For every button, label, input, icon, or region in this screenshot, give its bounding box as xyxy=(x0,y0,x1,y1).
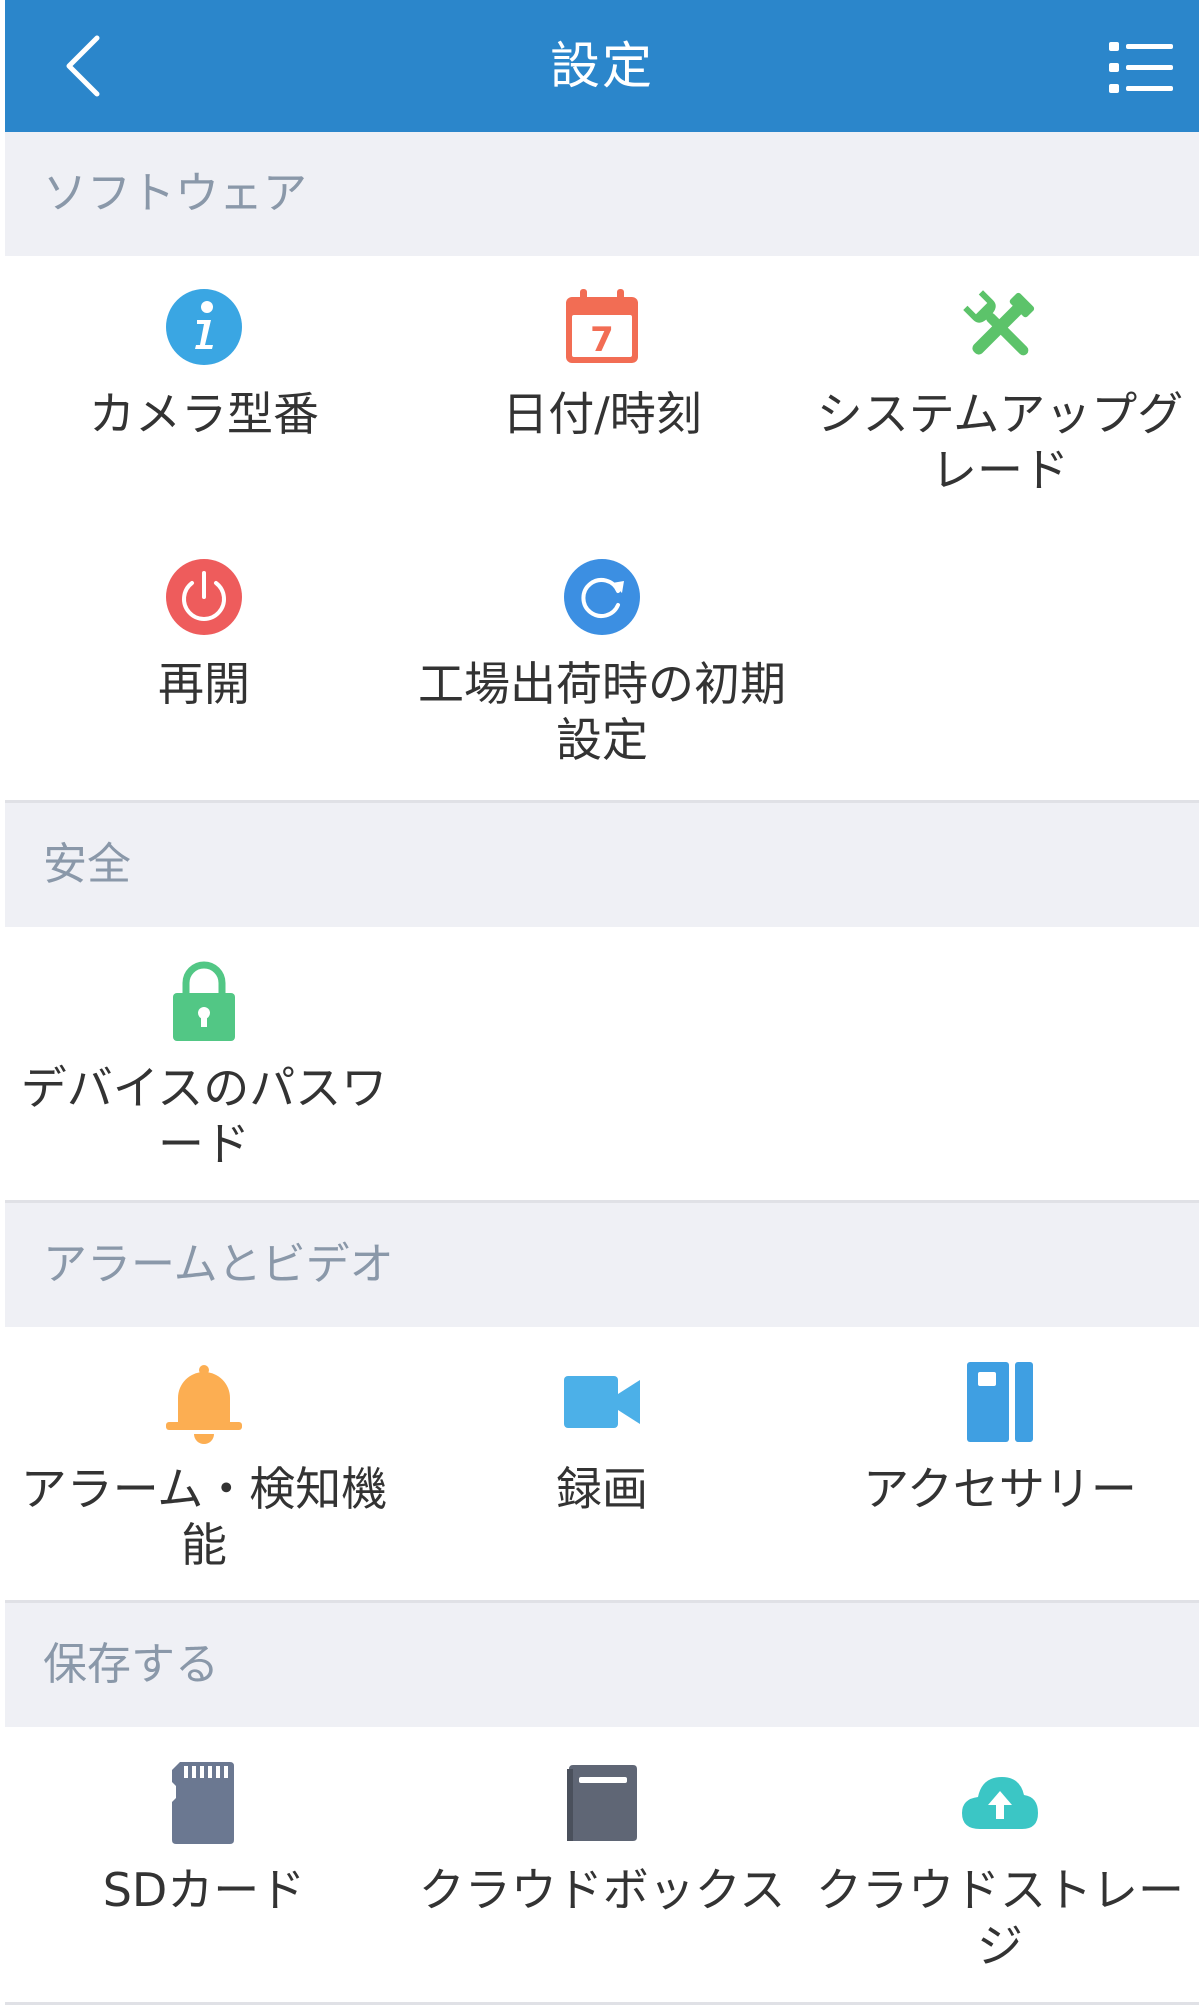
cloud-box-icon xyxy=(567,1765,637,1841)
alarm-detection-label: アラーム・検知機能 xyxy=(20,1462,388,1572)
divider xyxy=(5,2002,1199,2005)
section-header-software: ソフトウェア xyxy=(5,132,1199,256)
calendar-icon: 7 xyxy=(566,289,638,363)
recording-label: 録画 xyxy=(556,1462,648,1516)
cloud-box-label: クラウドボックス xyxy=(418,1863,786,1917)
tools-icon xyxy=(963,290,1035,356)
cloud-upload-icon xyxy=(962,1777,1038,1829)
cloud-storage-label: クラウドストレージ xyxy=(816,1863,1184,1973)
video-camera-icon xyxy=(564,1376,640,1428)
accessory-icon xyxy=(967,1362,1033,1442)
calendar-day-number: 7 xyxy=(590,320,614,360)
datetime-label: 日付/時刻 xyxy=(502,387,702,441)
page-title: 設定 xyxy=(550,37,654,95)
lock-icon xyxy=(173,961,235,1041)
list-menu-icon xyxy=(1109,42,1173,93)
reset-icon xyxy=(564,559,640,635)
section-header-storage: 保存する xyxy=(5,1603,1199,1727)
settings-screen: 設定 ソフトウェア カメラ型番 7 日付/時刻 システムアップグレード 再開 工… xyxy=(5,0,1199,2006)
power-icon xyxy=(166,559,242,635)
camera-model-label: カメラ型番 xyxy=(89,387,319,441)
info-icon xyxy=(166,289,242,365)
section-header-alarm-video: アラームとビデオ xyxy=(5,1203,1199,1327)
section-header-security: 安全 xyxy=(5,803,1199,927)
header-bar: 設定 xyxy=(5,0,1199,132)
bell-icon xyxy=(166,1365,242,1444)
reboot-label: 再開 xyxy=(158,657,250,711)
sd-card-label: SDカード xyxy=(102,1863,306,1917)
device-password-label: デバイスのパスワード xyxy=(20,1061,388,1171)
accessory-label: アクセサリー xyxy=(863,1462,1137,1516)
system-upgrade-label: システムアップグレード xyxy=(816,387,1184,497)
menu-button[interactable] xyxy=(1101,34,1181,102)
sd-card-icon xyxy=(172,1762,234,1844)
factory-reset-label: 工場出荷時の初期設定 xyxy=(418,657,786,767)
